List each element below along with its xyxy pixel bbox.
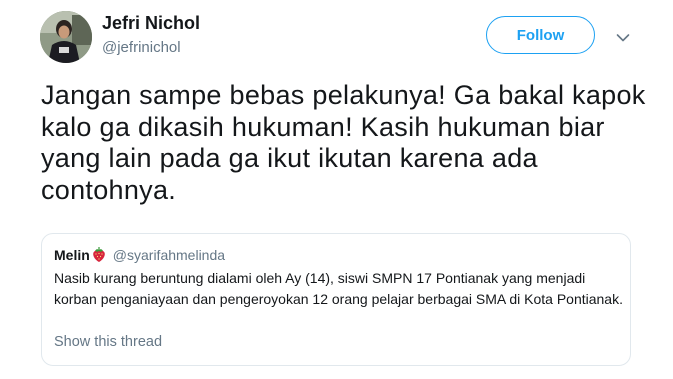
tweet-card: Jefri Nichol @jefrinichol Follow Jangan … — [0, 0, 673, 379]
avatar-photo-icon — [40, 11, 92, 63]
author-handle[interactable]: @jefrinichol — [102, 39, 181, 56]
strawberry-icon — [92, 247, 105, 262]
tweet-text: Jangan sampe bebas pelakunya! Ga bakal k… — [41, 80, 646, 205]
quoted-author-handle: @syarifahmelinda — [112, 246, 226, 263]
chevron-down-icon[interactable] — [615, 30, 631, 46]
quoted-tweet-header: Melin @syarifahmelinda — [54, 246, 225, 263]
quoted-tweet[interactable]: Melin @syarifahmelinda Nasib kurang beru… — [41, 233, 631, 366]
follow-button[interactable]: Follow — [486, 16, 595, 54]
author-name[interactable]: Jefri Nichol — [102, 13, 200, 34]
quoted-author-name: Melin — [54, 246, 90, 263]
quoted-tweet-text: Nasib kurang beruntung dialami oleh Ay (… — [54, 270, 623, 307]
show-thread-link[interactable]: Show this thread — [54, 334, 162, 350]
author-avatar[interactable] — [40, 11, 92, 63]
